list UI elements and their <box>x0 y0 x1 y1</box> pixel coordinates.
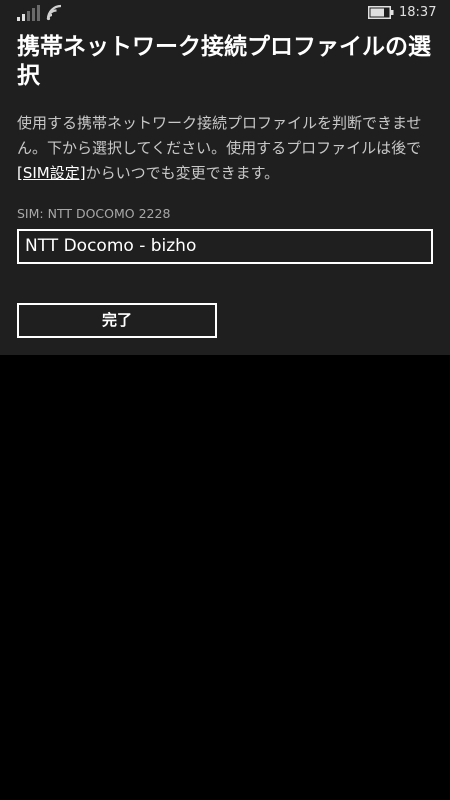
profile-selection-dialog: 携帯ネットワーク接続プロファイルの選択 使用する携帯ネットワーク接続プロファイル… <box>0 26 450 355</box>
dialog-message: 使用する携帯ネットワーク接続プロファイルを判断できません。下から選択してください… <box>17 111 437 186</box>
status-clock: 18:37 <box>399 5 437 20</box>
status-bar: 18:37 <box>0 0 450 26</box>
sim-label: SIM: NTT DOCOMO 2228 <box>17 206 171 221</box>
message-text-before-link: 使用する携帯ネットワーク接続プロファイルを判断できません。下から選択してください… <box>17 114 422 157</box>
message-text-after-link: からいつでも変更できます。 <box>85 164 280 182</box>
wifi-icon <box>46 4 62 21</box>
battery-icon <box>368 6 394 19</box>
dialog-title: 携帯ネットワーク接続プロファイルの選択 <box>17 34 431 89</box>
sim-settings-link[interactable]: [SIM設定] <box>17 164 86 182</box>
profile-select-value: NTT Docomo - bizho <box>25 236 197 256</box>
profile-select[interactable]: NTT Docomo - bizho <box>17 229 433 264</box>
signal-bars-icon <box>17 5 40 21</box>
done-button[interactable]: 完了 <box>17 303 217 338</box>
